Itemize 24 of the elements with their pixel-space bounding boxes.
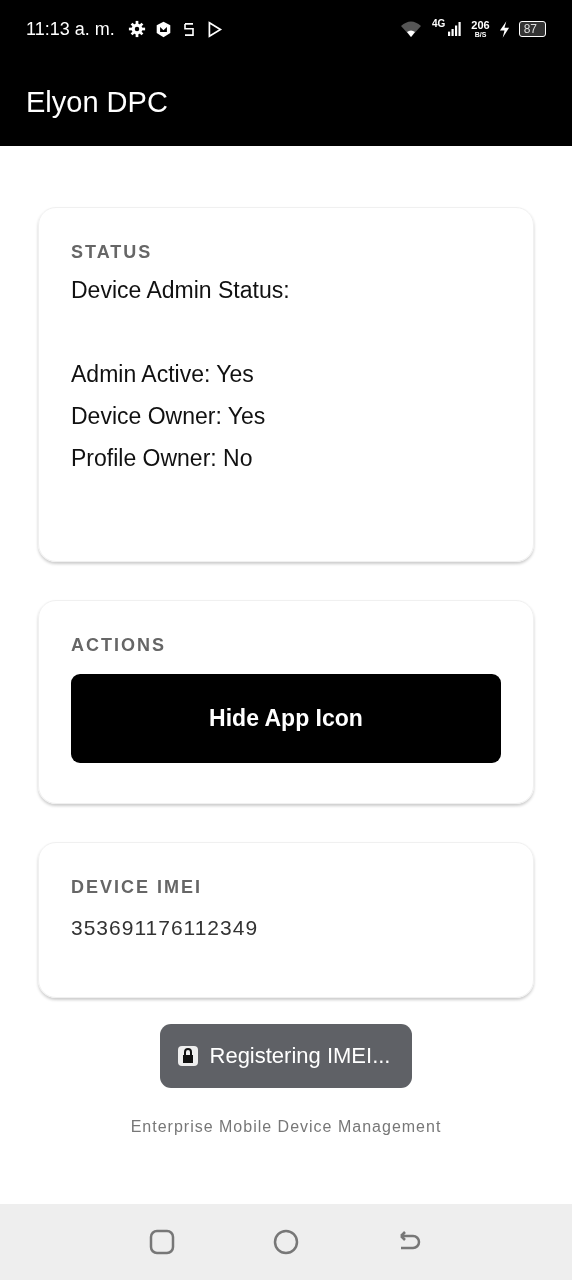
recents-icon[interactable] <box>149 1229 175 1255</box>
shield-icon <box>154 20 172 38</box>
app-title: Elyon DPC <box>26 85 168 119</box>
speed-value: 206 <box>471 20 490 31</box>
section-label: DEVICE IMEI <box>71 877 204 898</box>
network-type: 4G <box>431 18 446 29</box>
home-icon[interactable] <box>273 1229 299 1255</box>
signal-icon <box>448 21 463 37</box>
section-label: ACTIONS <box>71 635 167 656</box>
status-line: Admin Active: Yes <box>71 360 255 389</box>
wifi-icon <box>398 20 423 38</box>
bolt-icon <box>498 20 510 38</box>
footer-text: Enterprise Mobile Device Management <box>129 1118 443 1136</box>
imei-value: 353691176112349 <box>71 916 260 940</box>
status-line: Profile Owner: No <box>71 444 254 473</box>
toast-text: Registering IMEI... <box>209 1043 391 1069</box>
battery: 87 <box>518 21 546 37</box>
hide-app-icon-button[interactable]: Hide App Icon <box>71 674 501 763</box>
section-label: STATUS <box>71 242 154 263</box>
lock-icon <box>177 1046 198 1066</box>
status-heading: Device Admin Status: <box>71 276 291 305</box>
clock: 11:13 a. m. <box>26 18 115 40</box>
status-line: Device Owner: Yes <box>71 402 267 431</box>
gear-icon <box>127 20 146 38</box>
